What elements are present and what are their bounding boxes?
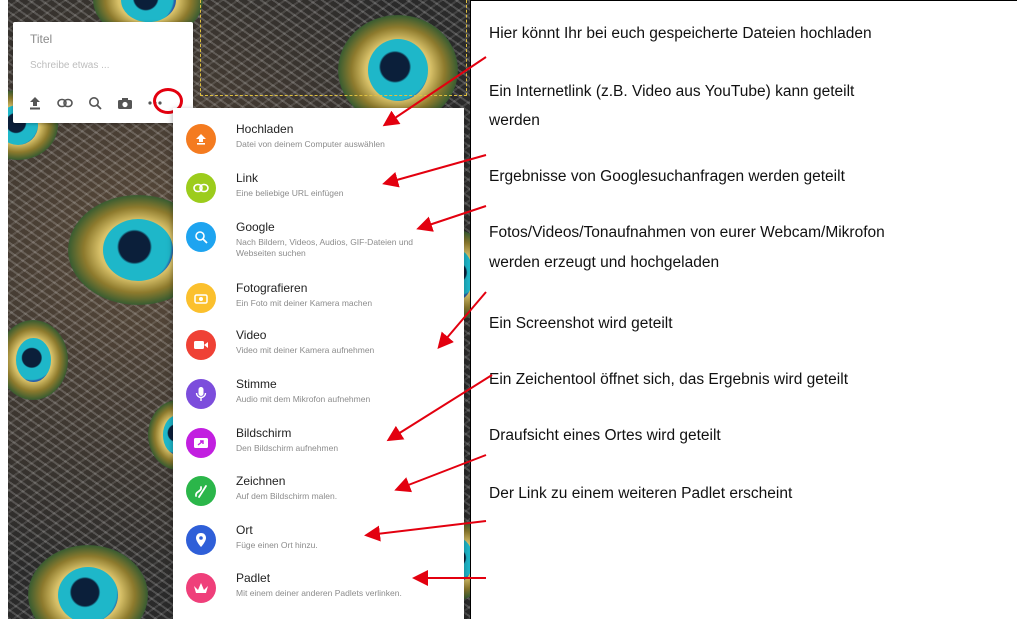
draw-icon <box>186 476 216 506</box>
upload-icon[interactable] <box>23 94 47 112</box>
menu-item-zeichnen[interactable]: Zeichnen Auf dem Bildschirm malen. <box>173 468 464 516</box>
annotation-media-line-2: werden erzeugt und hochgeladen <box>489 254 720 271</box>
menu-item-label: Ort <box>236 523 253 537</box>
menu-item-stimme[interactable]: Stimme Audio mit dem Mikrofon aufnehmen <box>173 371 464 419</box>
menu-item-description: Datei von deinem Computer auswählen <box>236 139 385 149</box>
menu-item-video[interactable]: Video Video mit deiner Kamera aufnehmen <box>173 322 464 370</box>
annotation-google: Ergebnisse von Googlesuchanfragen werden… <box>489 168 845 185</box>
annotation-link-line-1: Ein Internetlink (z.B. Video aus YouTube… <box>489 83 855 100</box>
annotation-zeichnen: Ein Zeichentool öffnet sich, das Ergebni… <box>489 371 848 388</box>
menu-item-label: Google <box>236 220 275 234</box>
menu-item-label: Zeichnen <box>236 474 286 488</box>
menu-item-padlet[interactable]: Padlet Mit einem deiner anderen Padlets … <box>173 565 464 613</box>
menu-item-label: Stimme <box>236 377 277 391</box>
camera-icon <box>186 283 216 313</box>
menu-item-description: Den Bildschirm aufnehmen <box>236 443 339 453</box>
annotation-ort: Draufsicht eines Ortes wird geteilt <box>489 427 721 444</box>
microphone-icon <box>186 379 216 409</box>
link-icon <box>186 173 216 203</box>
location-pin-icon <box>186 525 216 555</box>
title-input[interactable]: Titel <box>30 32 52 46</box>
attachment-toolbar <box>23 94 173 112</box>
menu-item-description: Eine beliebige URL einfügen <box>236 188 344 198</box>
menu-item-label: Hochladen <box>236 122 294 136</box>
annotation-padlet: Der Link zu einem weiteren Padlet ersche… <box>489 485 793 502</box>
menu-item-label: Link <box>236 171 259 185</box>
menu-item-label: Fotografieren <box>236 281 308 295</box>
menu-item-description: Füge einen Ort hinzu. <box>236 540 318 550</box>
menu-item-link[interactable]: Link Eine beliebige URL einfügen <box>173 165 464 213</box>
menu-item-label: Video <box>236 328 267 342</box>
body-input[interactable]: Schreibe etwas ... <box>30 60 109 71</box>
menu-item-description: Audio mit dem Mikrofon aufnehmen <box>236 394 371 404</box>
menu-item-label: Padlet <box>236 571 271 585</box>
menu-item-description: Video mit deiner Kamera aufnehmen <box>236 345 375 355</box>
search-icon[interactable] <box>83 94 107 112</box>
peacock-feather-eye <box>8 320 68 400</box>
menu-item-description: Nach Bildern, Videos, Audios, GIF-Dateie… <box>236 237 414 258</box>
menu-item-hochladen[interactable]: Hochladen Datei von deinem Computer ausw… <box>173 116 464 164</box>
menu-item-description: Ein Foto mit deiner Kamera machen <box>236 298 373 308</box>
annotation-screenshot: Ein Screenshot wird geteilt <box>489 315 673 332</box>
menu-item-description: Auf dem Bildschirm malen. <box>236 491 338 501</box>
video-icon <box>186 330 216 360</box>
upload-icon <box>186 124 216 154</box>
camera-icon[interactable] <box>113 94 137 112</box>
menu-item-ort[interactable]: Ort Füge einen Ort hinzu. <box>173 517 464 565</box>
annotation-hochladen: Hier könnt Ihr bei euch gespeicherte Dat… <box>489 25 872 42</box>
search-icon <box>186 222 216 252</box>
menu-item-bildschirm[interactable]: Bildschirm Den Bildschirm aufnehmen <box>173 420 464 468</box>
annotation-link-line-2: werden <box>489 112 540 129</box>
menu-item-fotografieren[interactable]: Fotografieren Ein Foto mit deiner Kamera… <box>173 275 464 323</box>
menu-item-google[interactable]: Google Nach Bildern, Videos, Audios, GIF… <box>173 214 464 262</box>
menu-item-label: Bildschirm <box>236 426 292 440</box>
screen-icon <box>186 428 216 458</box>
attachment-menu: Hochladen Datei von deinem Computer ausw… <box>173 108 464 619</box>
link-icon[interactable] <box>53 94 77 112</box>
padlet-icon <box>186 573 216 603</box>
selection-outline <box>200 0 467 96</box>
menu-item-description: Mit einem deiner anderen Padlets verlink… <box>236 588 402 598</box>
peacock-feather-eye <box>28 545 148 619</box>
annotation-media-line-1: Fotos/Videos/Tonaufnahmen von eurer Webc… <box>489 224 885 241</box>
